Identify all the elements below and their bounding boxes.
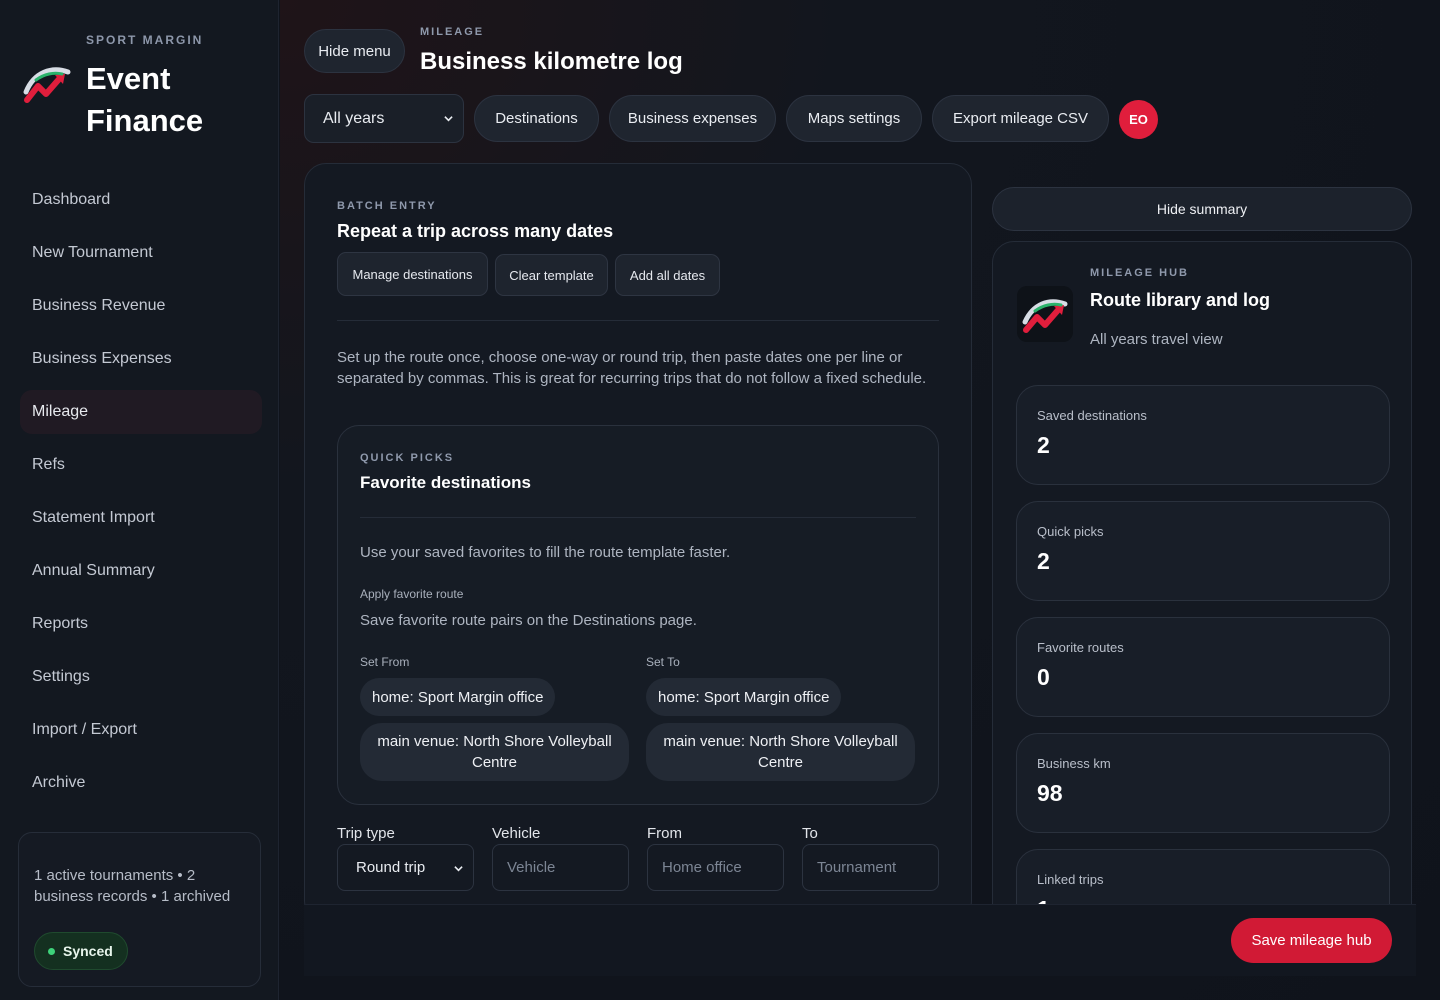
clear-template-button[interactable]: Clear template [495,254,608,296]
stat-card-business-km: Business km 98 [1016,733,1390,833]
stat-label: Linked trips [1037,872,1104,887]
to-label: To [802,825,818,842]
stat-value: 0 [1037,664,1050,690]
stat-label: Saved destinations [1037,408,1147,423]
stat-card-quick-picks: Quick picks 2 [1016,501,1390,601]
summary-subtitle: All years travel view [1090,331,1223,348]
from-label: From [647,825,682,842]
sidebar-item-archive[interactable]: Archive [20,761,262,805]
avatar[interactable]: EO [1119,100,1158,139]
add-all-dates-button[interactable]: Add all dates [615,254,720,296]
manage-destinations-button[interactable]: Manage destinations [337,252,488,296]
sidebar-item-reports[interactable]: Reports [20,602,262,646]
mileage-hub-summary: MILEAGE HUB Route library and log All ye… [992,241,1412,941]
page-kicker: MILEAGE [420,26,485,38]
stat-label: Business km [1037,756,1111,771]
export-mileage-csv-button[interactable]: Export mileage CSV [932,95,1109,142]
sidebar-item-import-export[interactable]: Import / Export [20,708,262,752]
hide-menu-button[interactable]: Hide menu [304,29,405,73]
apply-favorite-route-note: Save favorite route pairs on the Destina… [360,612,697,629]
sidebar-item-business-revenue[interactable]: Business Revenue [20,284,262,328]
stat-value: 2 [1037,432,1050,458]
set-from-chip-main-venue[interactable]: main venue: North Shore Volleyball Centr… [360,723,629,781]
maps-settings-button[interactable]: Maps settings [786,95,922,142]
summary-kicker: MILEAGE HUB [1090,267,1189,279]
trip-type-value: Round trip [356,859,426,876]
apply-favorite-route-label: Apply favorite route [360,587,464,601]
hide-summary-button[interactable]: Hide summary [992,187,1412,231]
divider [360,517,916,518]
divider [337,320,939,321]
trip-type-select[interactable]: Round trip [337,844,474,891]
save-mileage-hub-button[interactable]: Save mileage hub [1231,918,1392,963]
to-input[interactable]: Tournament [802,844,939,891]
sidebar-item-refs[interactable]: Refs [20,443,262,487]
stat-card-saved-destinations: Saved destinations 2 [1016,385,1390,485]
chevron-down-icon [454,866,463,872]
year-select[interactable]: All years [304,94,464,143]
vehicle-label: Vehicle [492,825,541,842]
sidebar-item-new-tournament[interactable]: New Tournament [20,231,262,275]
set-to-label: Set To [646,655,680,669]
stat-label: Favorite routes [1037,640,1124,655]
set-from-chip-home[interactable]: home: Sport Margin office [360,678,556,716]
year-select-value: All years [323,109,385,127]
page-title: Business kilometre log [420,48,683,75]
sidebar-item-mileage[interactable]: Mileage [20,390,262,434]
chart-arrow-logo-icon [23,67,71,103]
sidebar-nav: Dashboard New Tournament Business Revenu… [20,178,262,814]
sidebar-status-text: 1 active tournaments • 2 business record… [34,867,231,905]
sidebar-item-annual-summary[interactable]: Annual Summary [20,549,262,593]
batch-description: Set up the route once, choose one-way or… [337,349,927,387]
quick-picks-panel: QUICK PICKS Favorite destinations Use yo… [337,425,939,805]
synced-badge-label: Synced [63,943,113,959]
stat-label: Quick picks [1037,524,1104,539]
chevron-down-icon [444,115,453,121]
trip-type-label: Trip type [337,825,395,842]
quick-picks-kicker: QUICK PICKS [360,452,455,464]
set-to-chip-home[interactable]: home: Sport Margin office [646,678,842,716]
batch-entry-card: BATCH ENTRY Repeat a trip across many da… [304,163,972,923]
sidebar-item-business-expenses[interactable]: Business Expenses [20,337,262,381]
sidebar-status-card: 1 active tournaments • 2 business record… [18,832,261,987]
quick-picks-description: Use your saved favorites to fill the rou… [360,544,731,561]
stat-value: 98 [1037,780,1063,806]
sidebar-item-settings[interactable]: Settings [20,655,262,699]
sidebar-item-dashboard[interactable]: Dashboard [20,178,262,222]
quick-picks-title: Favorite destinations [360,473,531,492]
sidebar: SPORT MARGIN Event Finance Dashboard New… [0,0,279,1000]
destinations-button[interactable]: Destinations [474,95,599,142]
vehicle-input[interactable]: Vehicle [492,844,629,891]
status-dot-icon [48,948,55,955]
synced-badge: Synced [34,932,128,970]
business-expenses-button[interactable]: Business expenses [609,95,776,142]
chart-arrow-logo-icon [1017,286,1073,342]
brand-name: Event Finance [86,61,204,138]
summary-title: Route library and log [1090,290,1271,310]
stat-card-favorite-routes: Favorite routes 0 [1016,617,1390,717]
set-from-label: Set From [360,655,410,669]
batch-kicker: BATCH ENTRY [337,200,437,212]
brand-kicker: SPORT MARGIN [86,33,204,47]
batch-title: Repeat a trip across many dates [337,221,614,241]
set-to-chip-main-venue[interactable]: main venue: North Shore Volleyball Centr… [646,723,915,781]
from-input[interactable]: Home office [647,844,784,891]
stat-value: 2 [1037,548,1050,574]
sidebar-item-statement-import[interactable]: Statement Import [20,496,262,540]
